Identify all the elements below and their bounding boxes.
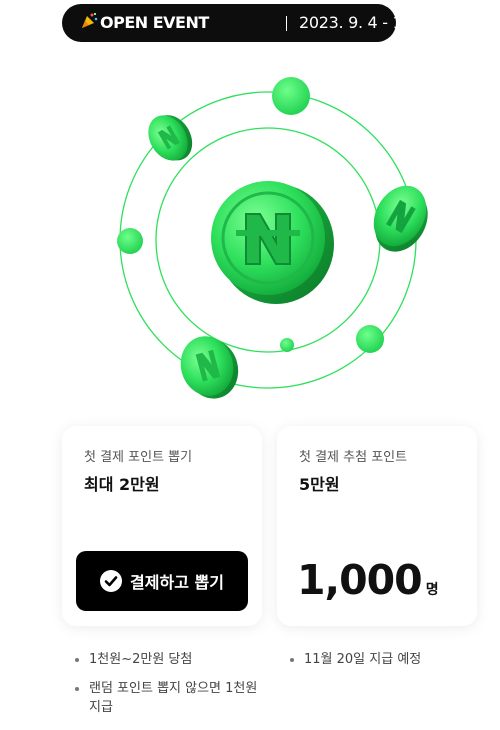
card-subtitle: 첫 결제 추첨 포인트 [299,450,408,465]
party-popper-icon [80,12,98,30]
event-banner: OPEN EVENT 2023. 9. 4 - 10. 31 [62,4,442,42]
list-item: 11월 20일 지급 예정 [290,650,480,669]
orbit-dot [356,325,384,353]
orbit-dot [280,338,294,352]
winner-number: 1,000 [297,556,423,604]
event-date: 2023. 9. 4 - 10. 31 [299,13,442,32]
winner-count: 1,000 명 [297,556,439,604]
coin-top-left [148,115,193,161]
event-title: OPEN EVENT [100,13,209,32]
divider [286,16,287,31]
check-circle-icon [100,570,123,592]
left-notes-list: 1천원~2만원 당첨 랜덤 포인트 뽑지 않으면 1천원 지급 [75,650,265,727]
right-notes-list: 11월 20일 지급 예정 [290,650,480,679]
orbit-dot [272,77,310,115]
card-title: 5만원 [299,475,340,494]
card-title: 최대 2만원 [84,475,160,494]
center-coin [211,181,334,304]
card-subtitle: 첫 결제 포인트 뽑기 [84,450,193,465]
orbit-dot [117,228,143,254]
pay-and-draw-button[interactable]: 결제하고 뽑기 [76,551,248,611]
list-item: 랜덤 포인트 뽑지 않으면 1천원 지급 [75,679,265,717]
first-payment-draw-card: 첫 결제 포인트 뽑기 최대 2만원 결제하고 뽑기 [62,426,262,626]
coin-right [373,185,428,252]
winner-unit: 명 [425,582,439,598]
hero-coins-illustration [117,77,428,399]
list-item: 1천원~2만원 당첨 [75,650,265,669]
first-payment-lottery-card: 첫 결제 추첨 포인트 5만원 1,000 명 [277,426,477,626]
coin-bottom-left [180,336,239,399]
button-label: 결제하고 뽑기 [130,573,224,592]
